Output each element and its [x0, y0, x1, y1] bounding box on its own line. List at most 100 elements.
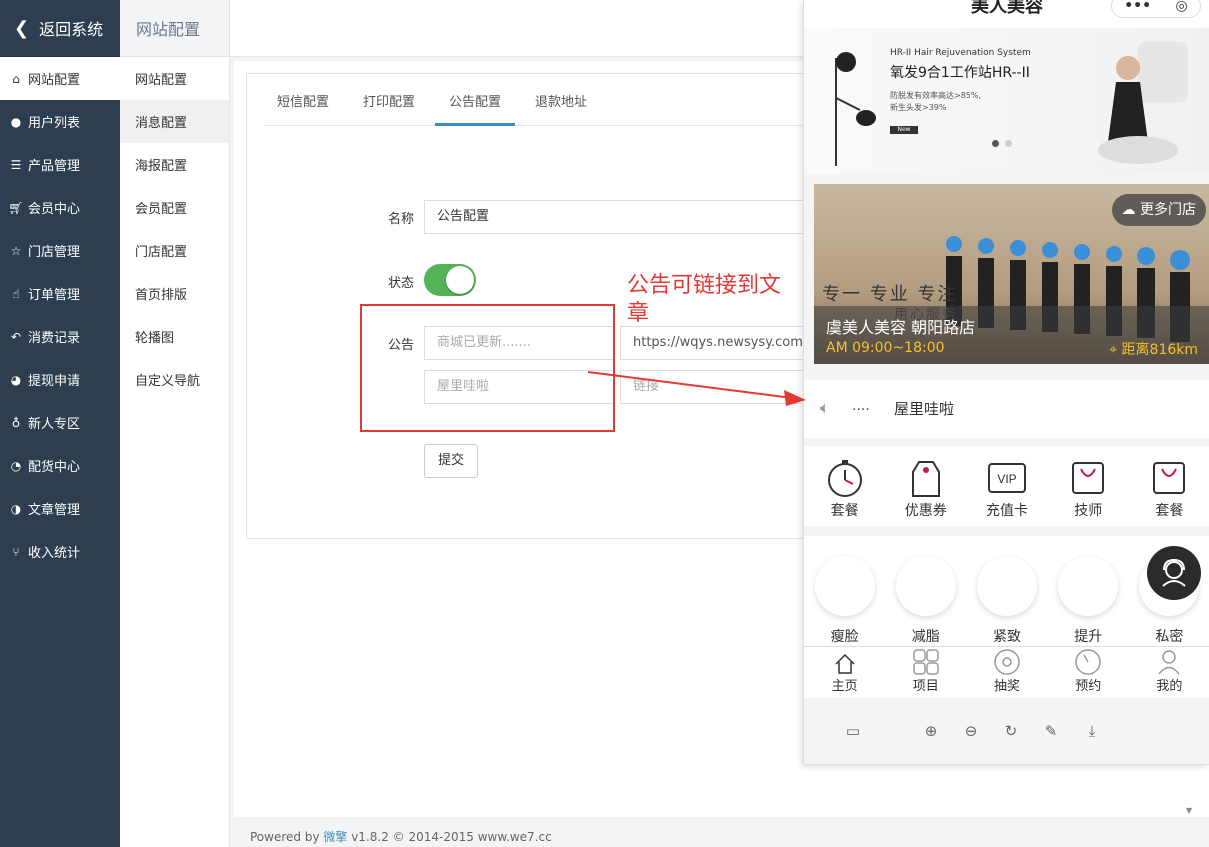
grid-label: 技师 [1074, 503, 1103, 519]
tab-sms-config[interactable]: 短信配置 [263, 88, 343, 126]
grid-label: 套餐 [1155, 503, 1184, 519]
grid-label: 瘦脸 [830, 629, 859, 645]
grid-item-package[interactable]: 套餐 [804, 446, 885, 526]
notice-link-input-1[interactable]: https://wqys.newsysy.com/a [620, 326, 804, 360]
sidebar-item-label: 收入统计 [28, 546, 81, 561]
banner-badge: New [890, 126, 918, 134]
sidebar-item-label: 配货中心 [28, 460, 81, 475]
tab-lottery[interactable]: 抽奖 [966, 647, 1047, 698]
tab-notice-config[interactable]: 公告配置 [435, 88, 516, 126]
status-label: 状态 [388, 276, 415, 291]
pin-icon: ♁ [11, 415, 21, 430]
more-stores-button[interactable]: ☁ 更多门店 [1111, 194, 1206, 226]
tab-label: 预约 [1075, 679, 1102, 694]
stopwatch-icon [804, 456, 885, 500]
subnav-item-store-config[interactable]: 门店配置 [120, 229, 229, 272]
sidebar-item-newcomer[interactable]: ♁ 新人专区 [0, 401, 120, 444]
subnav-item-custom-nav[interactable]: 自定义导航 [120, 358, 229, 401]
home-icon [804, 647, 885, 675]
banner-line3: 防脱发有效率高达>85%, 新生头发>39% [890, 90, 981, 114]
subnav-item-message-config[interactable]: 消息配置 [120, 100, 229, 143]
grid-item-fat-reduce[interactable]: 减脂 [885, 536, 966, 646]
name-input[interactable]: 公告配置 [424, 200, 804, 234]
subnav-item-site-config[interactable]: 网站配置 [120, 57, 229, 100]
tab-refund-address[interactable]: 退款地址 [521, 88, 601, 126]
sidebar-item-label: 网站配置 [28, 73, 81, 88]
subnav-item-poster-config[interactable]: 海报配置 [120, 143, 229, 186]
chevron-left-icon: ❮ [14, 17, 30, 39]
svg-text:VIP: VIP [997, 472, 1016, 486]
subnav-item-carousel[interactable]: 轮播图 [120, 315, 229, 358]
service-grid: 瘦脸 减脂 紧致 提升 私密 [804, 536, 1209, 646]
toggle-knob [446, 266, 474, 294]
star-icon: ☆ [10, 243, 22, 258]
sidebar-item-stores[interactable]: ☆ 门店管理 [0, 229, 120, 272]
grid-item-coupon[interactable]: 优惠券 [885, 446, 966, 526]
grid-item-technician[interactable]: 技师 [1048, 446, 1129, 526]
rotate-icon[interactable]: ↻ [1002, 722, 1020, 740]
grid-item-lift[interactable]: 提升 [1048, 536, 1129, 646]
user-icon: ● [10, 114, 22, 129]
grid-item-slim-face[interactable]: 瘦脸 [804, 536, 885, 646]
carousel-dot[interactable] [1005, 140, 1012, 147]
sidebar-item-label: 用户列表 [28, 116, 81, 131]
phone-preview: 美人美容 ••• ◎ HR-II Hair Rejuvenation Syste… [803, 0, 1209, 765]
notice-bar[interactable]: 🔈︎ .... 屋里哇啦 [804, 380, 1209, 438]
sidebar-item-users[interactable]: ● 用户列表 [0, 100, 120, 143]
status-toggle[interactable] [424, 264, 476, 296]
footer-brand-link[interactable]: 微擎 [323, 830, 347, 844]
phone-tabbar: 主页 项目 抽奖 预约 我的 [804, 646, 1209, 698]
phone-banner[interactable]: HR-II Hair Rejuvenation System 氧发9合1工作站H… [804, 28, 1209, 174]
sidebar-item-orders[interactable]: ☝ 订单管理 [0, 272, 120, 315]
grid-label: 紧致 [993, 629, 1021, 645]
download-icon[interactable]: ⤓ [1083, 722, 1101, 740]
banner-line1: HR-II Hair Rejuvenation System [890, 48, 1031, 58]
sidebar-item-articles[interactable]: ◑ 文章管理 [0, 487, 120, 530]
back-to-system-button[interactable]: ❮ 返回系统 [0, 0, 120, 57]
sidebar-item-site-config[interactable]: ⌂ 网站配置 [0, 57, 120, 100]
headset-icon [1162, 558, 1186, 587]
leg-icon [977, 556, 1037, 616]
sidebar-item-members[interactable]: 🛒︎ 会员中心 [0, 186, 120, 229]
clock-icon [1048, 647, 1129, 675]
zoom-out-icon[interactable]: ⊖ [962, 722, 980, 740]
waist-icon [895, 556, 956, 616]
contrast-icon: ◑ [10, 501, 22, 516]
edit-icon[interactable]: ✎ [1042, 722, 1060, 740]
store-card[interactable]: ☁ 更多门店 专一 专业 专注 用心服务 虞美人美容 朝阳路店 AM 09:00… [814, 184, 1209, 364]
body-icon [1058, 556, 1119, 616]
annotation-box [360, 304, 615, 432]
grid-item-package-2[interactable]: 套餐 [1129, 446, 1209, 526]
phone-capsule[interactable]: ••• ◎ [1111, 0, 1201, 18]
preview-toolbar: ▭ ⊕ ⊖ ↻ ✎ ⤓ [804, 700, 1209, 764]
tab-projects[interactable]: 项目 [885, 647, 966, 698]
banner-line3b: 新生头发>39% [890, 103, 947, 112]
sidebar-item-label: 新人专区 [28, 417, 81, 432]
tab-home[interactable]: 主页 [804, 647, 885, 698]
banner-line2: 氧发9合1工作站HR--II [890, 65, 1030, 81]
sidebar-item-consumption[interactable]: ↶ 消费记录 [0, 315, 120, 358]
tab-mine[interactable]: 我的 [1129, 647, 1209, 698]
subnav-item-home-layout[interactable]: 首页排版 [120, 272, 229, 315]
submit-button[interactable]: 提交 [424, 444, 478, 478]
fit-screen-icon[interactable]: ▭ [844, 722, 862, 740]
carousel-dot[interactable] [992, 140, 999, 147]
package-icon [1129, 456, 1209, 500]
grid-label: 减脂 [911, 629, 940, 645]
notice-link-input-2[interactable]: 链接 [620, 370, 804, 404]
customer-service-button[interactable] [1147, 546, 1201, 600]
subnav-item-member-config[interactable]: 会员配置 [120, 186, 229, 229]
scroll-down-icon[interactable]: ▼ [1186, 806, 1192, 815]
technician-icon [1048, 456, 1129, 500]
tab-booking[interactable]: 预约 [1048, 647, 1129, 698]
sidebar-item-withdraw[interactable]: ◕ 提现申请 [0, 358, 120, 401]
sidebar-item-products[interactable]: ☰ 产品管理 [0, 143, 120, 186]
grid-item-vip-card[interactable]: VIP 充值卡 [966, 446, 1047, 526]
tab-print-config[interactable]: 打印配置 [349, 88, 429, 126]
sidebar-item-distribution[interactable]: ◔ 配货中心 [0, 444, 120, 487]
feature-grid: 套餐 优惠券 VIP 充值卡 技师 套餐 [804, 446, 1209, 526]
cart-icon: 🛒︎ [8, 200, 24, 215]
zoom-in-icon[interactable]: ⊕ [922, 722, 940, 740]
sidebar-item-income[interactable]: ⑂ 收入统计 [0, 530, 120, 573]
grid-item-firming[interactable]: 紧致 [966, 536, 1047, 646]
